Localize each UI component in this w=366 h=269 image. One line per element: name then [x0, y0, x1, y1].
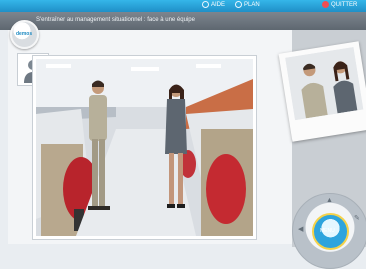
logo-text: demos	[16, 31, 33, 37]
help-label: AIDE	[211, 1, 226, 8]
title-bar: S'entraîner au management situationnel :…	[0, 12, 366, 30]
plan-icon	[235, 1, 242, 8]
menu-button[interactable]: MENU	[312, 213, 349, 250]
office-scene	[36, 59, 253, 236]
characters-photo	[278, 41, 366, 142]
previous-icon[interactable]: ◀	[298, 225, 303, 233]
page-title: S'entraîner au management situationnel :…	[36, 17, 195, 23]
scene-image	[32, 55, 257, 240]
characters-picture	[285, 47, 364, 121]
edit-icon[interactable]: ✎	[354, 214, 360, 222]
help-icon	[202, 1, 209, 8]
plan-button[interactable]: PLAN	[235, 1, 260, 8]
quit-button[interactable]: QUITTER	[322, 1, 357, 8]
navigation-wheel: ▲ ◀ ✎ MENU	[292, 193, 366, 269]
menu-label: MENU	[320, 228, 335, 234]
plan-label: PLAN	[244, 1, 260, 8]
quit-icon	[322, 1, 329, 8]
quit-label: QUITTER	[331, 1, 358, 8]
demos-logo[interactable]: demos	[10, 20, 39, 49]
top-bar: AIDE PLAN QUITTER	[0, 0, 366, 12]
help-button[interactable]: AIDE	[202, 1, 225, 8]
up-arrow-icon[interactable]: ▲	[326, 197, 333, 204]
